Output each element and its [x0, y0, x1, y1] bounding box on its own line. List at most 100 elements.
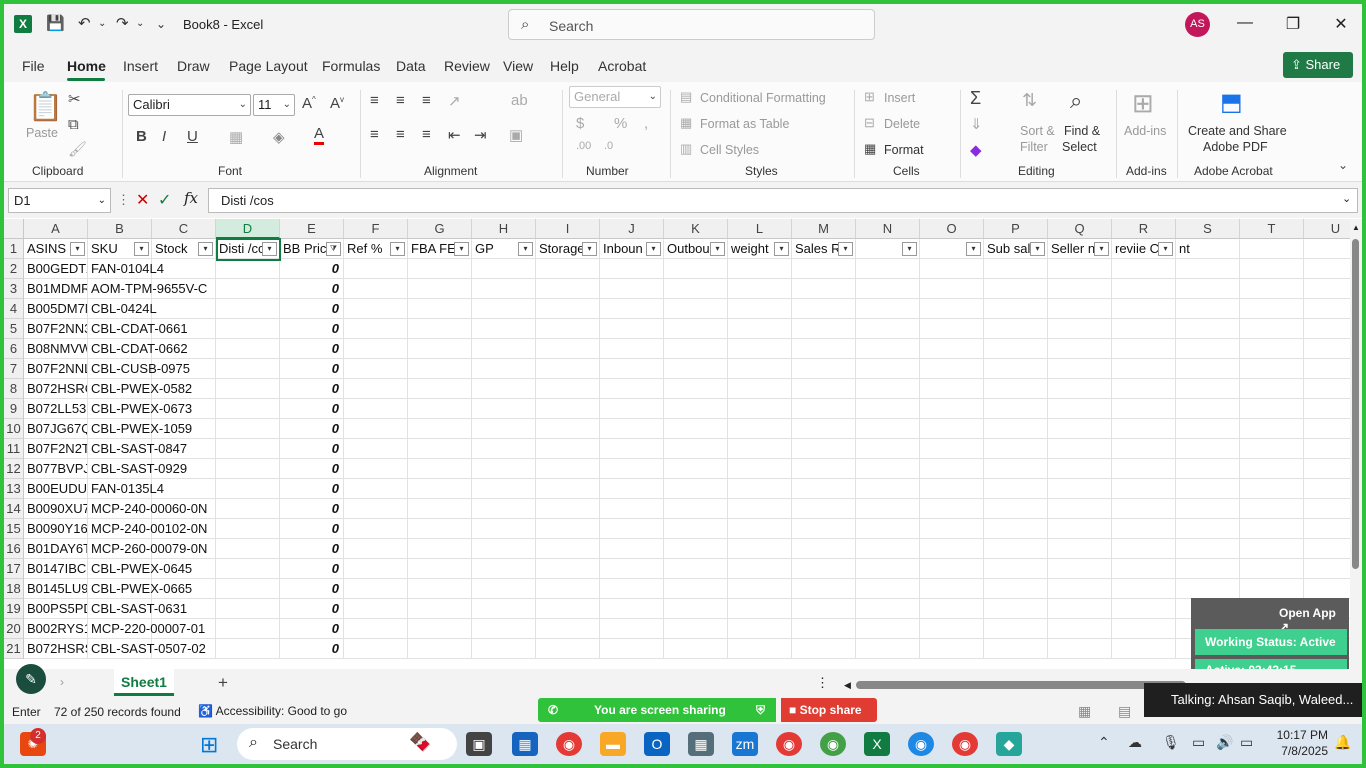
filter-dropdown-icon[interactable]: ▾ — [1094, 242, 1109, 256]
table-cell[interactable] — [856, 419, 920, 439]
table-cell[interactable] — [792, 279, 856, 299]
table-cell[interactable] — [536, 579, 600, 599]
column-header-s[interactable]: S — [1176, 219, 1240, 239]
table-cell[interactable] — [600, 539, 664, 559]
table-cell[interactable] — [984, 399, 1048, 419]
fill-color-icon[interactable]: ◈ — [273, 128, 285, 146]
table-cell[interactable] — [472, 299, 536, 319]
column-header-h[interactable]: H — [472, 219, 536, 239]
cell-styles-label[interactable]: Cell Styles — [700, 143, 759, 157]
table-cell[interactable]: 0 — [280, 619, 344, 639]
table-cell[interactable]: B01MDMR — [24, 279, 88, 299]
table-cell[interactable]: 0 — [280, 579, 344, 599]
table-cell[interactable] — [344, 539, 408, 559]
chrome-profile-icon[interactable]: ◉ — [820, 732, 846, 756]
format-cells-icon[interactable]: ▦ — [864, 141, 876, 157]
table-cell[interactable] — [344, 599, 408, 619]
table-cell[interactable]: B0145LU9 — [24, 579, 88, 599]
microphone-icon[interactable]: 🎙 — [1162, 734, 1180, 751]
table-cell[interactable] — [984, 479, 1048, 499]
table-cell[interactable] — [152, 299, 216, 319]
table-cell[interactable] — [664, 379, 728, 399]
column-header-n[interactable]: N — [856, 219, 920, 239]
filter-dropdown-icon[interactable]: ▾ — [838, 242, 853, 256]
volume-icon[interactable]: 🔊 — [1216, 734, 1233, 751]
table-cell[interactable] — [344, 399, 408, 419]
table-cell[interactable] — [536, 419, 600, 439]
table-cell[interactable] — [344, 339, 408, 359]
table-cell[interactable] — [792, 399, 856, 419]
table-cell[interactable] — [1112, 439, 1176, 459]
table-cell[interactable] — [1048, 519, 1112, 539]
table-cell[interactable] — [344, 459, 408, 479]
table-cell[interactable] — [984, 359, 1048, 379]
table-cell[interactable] — [1304, 479, 1350, 499]
table-cell[interactable] — [1304, 279, 1350, 299]
table-cell[interactable] — [216, 599, 280, 619]
column-header-l[interactable]: L — [728, 219, 792, 239]
undo-icon[interactable]: ↶ — [78, 14, 91, 34]
table-cell[interactable] — [344, 279, 408, 299]
redo-icon[interactable]: ↷ — [116, 14, 129, 34]
table-cell[interactable] — [1176, 559, 1240, 579]
table-cell[interactable] — [1304, 559, 1350, 579]
table-cell[interactable] — [728, 379, 792, 399]
table-cell[interactable]: 0 — [280, 559, 344, 579]
table-cell[interactable] — [728, 639, 792, 659]
tab-view[interactable]: View — [503, 58, 533, 74]
row-header[interactable]: 1 — [4, 239, 24, 259]
table-cell[interactable] — [920, 639, 984, 659]
table-cell[interactable] — [472, 359, 536, 379]
table-cell[interactable] — [920, 339, 984, 359]
table-cell[interactable] — [1112, 499, 1176, 519]
table-cell[interactable] — [984, 519, 1048, 539]
table-cell[interactable] — [472, 479, 536, 499]
table-cell[interactable] — [984, 259, 1048, 279]
table-cell[interactable] — [792, 559, 856, 579]
table-cell[interactable] — [216, 319, 280, 339]
table-cell[interactable]: B072HSRS — [24, 639, 88, 659]
table-cell[interactable] — [408, 259, 472, 279]
row-header[interactable]: 12 — [4, 459, 24, 479]
table-cell[interactable] — [1176, 379, 1240, 399]
table-cell[interactable]: B072HSRC — [24, 379, 88, 399]
start-icon[interactable]: ⊞ — [200, 732, 218, 758]
table-cell[interactable] — [984, 439, 1048, 459]
table-cell[interactable] — [664, 459, 728, 479]
table-cell[interactable] — [1048, 439, 1112, 459]
table-cell[interactable] — [472, 439, 536, 459]
table-cell[interactable]: 0 — [280, 439, 344, 459]
table-cell[interactable]: CBL-PWEX-0673 — [88, 399, 192, 419]
filter-dropdown-icon[interactable]: ▾ — [390, 242, 405, 256]
table-cell[interactable] — [664, 439, 728, 459]
table-cell[interactable]: 0 — [280, 339, 344, 359]
table-cell[interactable] — [344, 439, 408, 459]
cut-icon[interactable]: ✂ — [68, 90, 81, 108]
filter-dropdown-icon[interactable]: ▾ — [134, 242, 149, 256]
format-as-table-icon[interactable]: ▦ — [680, 115, 692, 131]
table-cell[interactable] — [1240, 419, 1304, 439]
table-cell[interactable] — [600, 479, 664, 499]
table-cell[interactable] — [856, 559, 920, 579]
table-cell[interactable] — [408, 619, 472, 639]
table-cell[interactable] — [664, 519, 728, 539]
table-cell[interactable] — [344, 579, 408, 599]
tab-help[interactable]: Help — [550, 58, 579, 74]
table-cell[interactable] — [728, 299, 792, 319]
table-cell[interactable] — [408, 559, 472, 579]
table-cell[interactable]: B0090XU7 — [24, 499, 88, 519]
table-cell[interactable] — [1048, 499, 1112, 519]
row-header[interactable]: 20 — [4, 619, 24, 639]
table-cell[interactable] — [856, 499, 920, 519]
table-cell[interactable]: CBL-SAST-0507-02 — [88, 639, 206, 659]
table-cell[interactable] — [1048, 399, 1112, 419]
table-cell[interactable] — [1112, 419, 1176, 439]
table-cell[interactable] — [920, 579, 984, 599]
table-cell[interactable] — [920, 259, 984, 279]
table-cell[interactable]: B072LL53R — [24, 399, 88, 419]
add-ins-icon[interactable]: ⊞ — [1132, 88, 1154, 119]
create-share-line1[interactable]: Create and Share — [1188, 124, 1287, 138]
table-cell[interactable]: 0 — [280, 419, 344, 439]
table-cell[interactable] — [536, 599, 600, 619]
header-cell[interactable]: ▾ — [856, 239, 920, 259]
